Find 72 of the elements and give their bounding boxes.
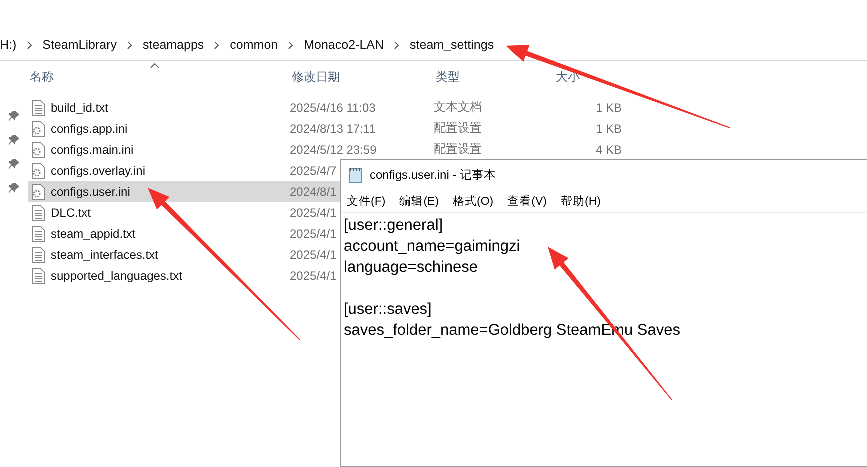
chevron-icon: [127, 40, 134, 50]
menu-item[interactable]: 格式(O): [453, 194, 494, 208]
menu-item[interactable]: 帮助(H): [560, 194, 601, 208]
breadcrumb-item[interactable]: SteamLibrary: [42, 38, 118, 52]
settings-file-icon: [32, 184, 45, 200]
text-line: language=schinese: [344, 259, 478, 276]
chevron-icon: [214, 40, 220, 50]
file-row[interactable]: configs.overlay.ini 2025/4/7: [28, 160, 340, 181]
menu-item[interactable]: 查看(V): [508, 194, 547, 208]
pin-icon[interactable]: [9, 159, 19, 169]
file-name-text: configs.user.ini: [51, 184, 130, 198]
pin-icon[interactable]: [9, 183, 19, 193]
file-row[interactable]: configs.main.ini 2024/5/12 23:59 配置设置 4 KB: [28, 139, 634, 160]
text-line: account_name=gaimingzi: [344, 238, 520, 255]
size-cell-text: 4 KB: [596, 142, 623, 156]
pin-icon[interactable]: [9, 111, 19, 121]
text-line: [user::saves]: [344, 301, 432, 318]
window-title: configs.user.ini - 记事本: [370, 166, 496, 184]
chevron-icon: [288, 40, 294, 50]
size-cell-text: 1 KB: [596, 122, 623, 136]
text-file-icon: [32, 204, 45, 220]
file-name-text: configs.overlay.ini: [51, 164, 146, 178]
sort-caret-icon: [150, 63, 160, 69]
column-header[interactable]: 修改日期: [290, 68, 434, 86]
file-row[interactable]: build_id.txt 2025/4/16 11:03 文本文档 1 KB: [28, 97, 634, 118]
notepad-icon: [349, 167, 362, 183]
date-cell: 2024/5/12 23:59: [290, 142, 377, 156]
chevron-icon: [26, 40, 33, 50]
breadcrumb-item[interactable]: steamapps: [143, 38, 204, 52]
breadcrumb-item[interactable]: Monaco2-LAN: [304, 38, 384, 52]
date-cell: 2025/4/7: [290, 164, 337, 178]
date-cell: 2025/4/16 11:03: [290, 100, 376, 114]
file-name-text: configs.main.ini: [51, 142, 134, 156]
file-name-text: configs.app.ini: [51, 122, 128, 136]
file-row[interactable]: supported_languages.txt 2025/4/1: [28, 265, 340, 286]
file-name-text: steam_appid.txt: [51, 226, 136, 240]
settings-file-icon: [32, 162, 45, 178]
file-name-text: DLC.txt: [51, 206, 92, 220]
date-cell: 2025/4/1: [290, 268, 337, 282]
chevron-icon: [394, 40, 400, 50]
file-name-text: supported_languages.txt: [51, 268, 182, 282]
column-header[interactable]: 名称: [28, 68, 290, 86]
file-row[interactable]: steam_interfaces.txt 2025/4/1: [28, 244, 340, 265]
file-row[interactable]: configs.app.ini 2024/8/13 17:11 配置设置 1 KB: [28, 118, 634, 139]
date-cell: 2025/4/1: [290, 226, 337, 240]
file-row[interactable]: DLC.txt 2025/4/1: [28, 202, 340, 223]
text-file-icon: [32, 246, 45, 262]
file-name-text: build_id.txt: [51, 100, 108, 114]
text-line: [user::general]: [344, 217, 444, 234]
column-header[interactable]: 类型: [434, 68, 554, 86]
menu-item[interactable]: 文件(F): [347, 194, 386, 208]
text-file-icon: [32, 226, 45, 242]
pin-icon[interactable]: [9, 135, 19, 145]
file-row[interactable]: steam_appid.txt 2025/4/1: [28, 223, 340, 244]
breadcrumb-item[interactable]: common: [230, 38, 278, 52]
breadcrumb-item[interactable]: H:): [0, 38, 17, 52]
date-cell: 2025/4/1: [290, 248, 337, 262]
menu-item[interactable]: 编辑(E): [400, 194, 440, 208]
file-name-text: steam_interfaces.txt: [51, 248, 158, 262]
breadcrumb-item[interactable]: steam_settings: [410, 38, 494, 52]
settings-file-icon: [32, 120, 45, 136]
text-file-icon: [32, 100, 45, 116]
settings-file-icon: [32, 142, 45, 158]
type-cell: 配置设置: [434, 120, 482, 137]
type-cell: 文本文档: [434, 99, 482, 116]
text-file-icon: [32, 268, 45, 284]
type-cell: 配置设置: [434, 141, 482, 158]
date-cell: 2025/4/1: [290, 206, 337, 220]
file-row[interactable]: configs.user.ini 2024/8/1: [28, 181, 340, 202]
date-cell: 2024/8/1: [290, 184, 337, 198]
size-cell-text: 1 KB: [596, 100, 623, 114]
date-cell: 2024/8/13 17:11: [290, 122, 376, 136]
